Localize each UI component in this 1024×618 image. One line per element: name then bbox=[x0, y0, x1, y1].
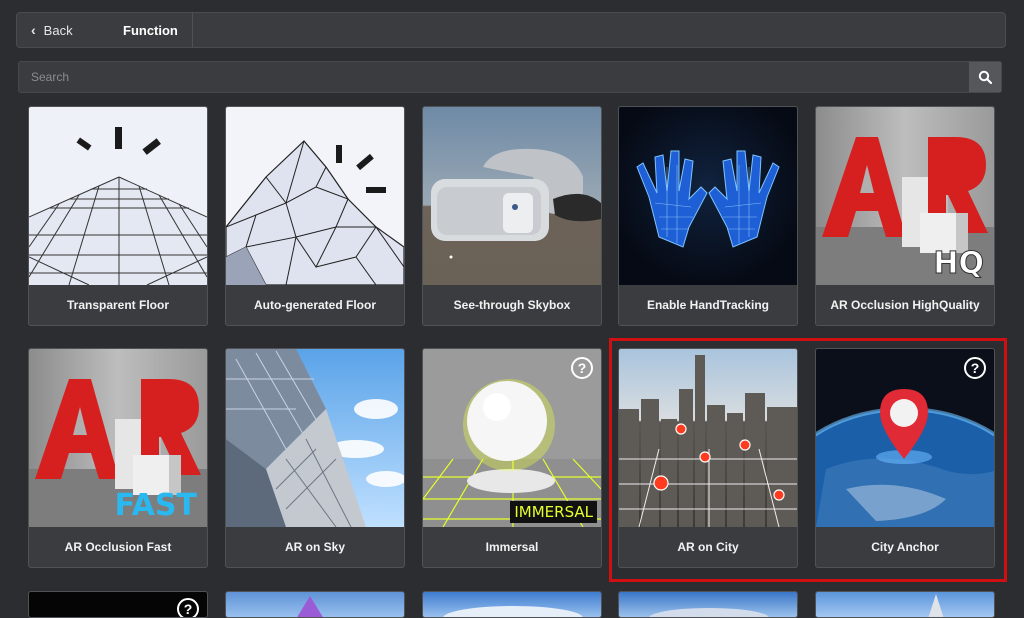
card-partial[interactable]: ? bbox=[28, 591, 208, 618]
card-enable-handtracking[interactable]: Enable HandTracking bbox=[618, 106, 798, 326]
card-transparent-floor[interactable]: Transparent Floor bbox=[28, 106, 208, 326]
vr-headset-icon bbox=[423, 107, 601, 285]
globe-pin-icon: ? bbox=[816, 349, 994, 527]
sky-thumbnail bbox=[619, 592, 797, 617]
chevron-left-icon: ‹ bbox=[31, 22, 36, 38]
back-button[interactable]: ‹ Back bbox=[31, 13, 73, 47]
hq-badge: HQ bbox=[933, 246, 985, 282]
transparent-floor-grid-icon bbox=[29, 107, 207, 285]
mesh-terrain-icon bbox=[226, 107, 404, 285]
search-bar bbox=[18, 61, 1002, 93]
sphere-grid-icon: ? IMMERSAL bbox=[423, 349, 601, 527]
card-auto-generated-floor[interactable]: Auto-generated Floor bbox=[225, 106, 405, 326]
help-icon[interactable]: ? bbox=[964, 357, 986, 379]
search-input[interactable] bbox=[19, 62, 969, 92]
ar-occlusion-icon: HQ bbox=[816, 107, 994, 285]
top-bar: ‹ Back Function bbox=[16, 12, 1006, 48]
card-partial[interactable] bbox=[225, 591, 405, 618]
help-icon[interactable]: ? bbox=[177, 598, 199, 617]
fast-badge: FAST bbox=[114, 488, 197, 523]
card-immersal[interactable]: ? IMMERSAL Immersal bbox=[422, 348, 602, 568]
card-ar-occlusion-highquality[interactable]: HQ AR Occlusion HighQuality bbox=[815, 106, 995, 326]
card-ar-on-sky[interactable]: AR on Sky bbox=[225, 348, 405, 568]
card-ar-occlusion-fast[interactable]: FAST AR Occlusion Fast bbox=[28, 348, 208, 568]
card-partial[interactable] bbox=[422, 591, 602, 618]
card-label: See-through Skybox bbox=[453, 298, 571, 312]
card-label: AR Occlusion Fast bbox=[64, 540, 172, 554]
crystal-thumbnail bbox=[226, 592, 404, 617]
card-label: Transparent Floor bbox=[66, 298, 170, 312]
card-label: Immersal bbox=[485, 540, 539, 554]
wireframe-hands-icon bbox=[619, 107, 797, 285]
card-label: Enable HandTracking bbox=[646, 298, 770, 312]
card-city-anchor[interactable]: ? City Anchor bbox=[815, 348, 995, 568]
card-label: City Anchor bbox=[871, 540, 939, 554]
back-label: Back bbox=[43, 22, 73, 38]
card-ar-on-city[interactable]: AR on City bbox=[618, 348, 798, 568]
card-see-through-skybox[interactable]: See-through Skybox bbox=[422, 106, 602, 326]
dark-thumbnail: ? bbox=[29, 592, 207, 617]
card-label: Auto-generated Floor bbox=[254, 298, 376, 312]
ar-occlusion-icon: FAST bbox=[29, 349, 207, 527]
help-icon[interactable]: ? bbox=[571, 357, 593, 379]
immersal-badge: IMMERSAL bbox=[510, 501, 597, 523]
card-label: AR Occlusion HighQuality bbox=[830, 298, 980, 312]
card-partial[interactable] bbox=[618, 591, 798, 618]
city-map-pins-icon bbox=[619, 349, 797, 527]
tower-thumbnail bbox=[816, 592, 994, 617]
tab-function[interactable]: Function bbox=[109, 13, 193, 47]
card-partial[interactable] bbox=[815, 591, 995, 618]
card-label: AR on Sky bbox=[284, 540, 345, 554]
sky-buildings-icon bbox=[226, 349, 404, 527]
search-icon bbox=[978, 70, 992, 84]
search-button[interactable] bbox=[969, 62, 1001, 92]
card-label: AR on City bbox=[677, 540, 739, 554]
sky-thumbnail bbox=[423, 592, 601, 617]
